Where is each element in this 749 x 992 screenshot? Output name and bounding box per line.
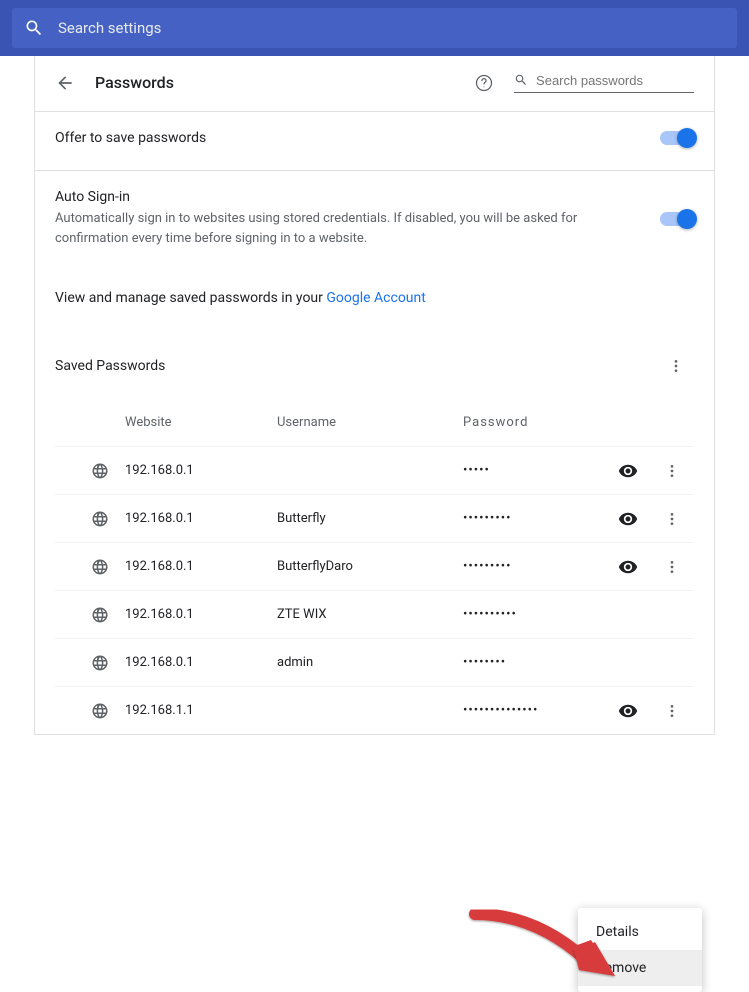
password-cell: •••••••••••••• <box>463 703 593 718</box>
table-row: 192.168.0.1 Butterfly••••••••• <box>55 494 694 542</box>
user-cell: Butterfly <box>277 511 463 526</box>
settings-search[interactable]: Search settings <box>12 8 737 48</box>
saved-passwords-title: Saved Passwords <box>55 358 658 374</box>
auto-signin-desc: Automatically sign in to websites using … <box>55 209 595 248</box>
back-arrow-icon[interactable] <box>55 73 75 93</box>
top-search-bar: Search settings <box>0 0 749 56</box>
help-icon[interactable] <box>474 73 494 93</box>
auto-signin-section: Auto Sign-in Automatically sign in to we… <box>35 170 714 272</box>
password-search[interactable] <box>514 72 694 93</box>
passwords-page: Passwords Offer to save passwords Auto S… <box>34 56 715 735</box>
user-cell: ZTE WIX <box>277 607 463 622</box>
user-cell: ButterflyDaro <box>277 559 463 574</box>
manage-link-row: View and manage saved passwords in your … <box>35 272 714 324</box>
row-context-menu: Details Remove <box>578 908 702 992</box>
password-cell: ••••• <box>463 463 593 478</box>
col-password: Password <box>463 415 593 430</box>
offer-save-toggle[interactable] <box>660 131 694 145</box>
passwords-table: Website Username Password 192.168.0.1 •••… <box>55 398 694 734</box>
password-cell: •••••••••• <box>463 607 593 622</box>
more-vert-icon <box>668 358 684 374</box>
menu-details[interactable]: Details <box>578 914 702 950</box>
menu-remove[interactable]: Remove <box>578 950 702 986</box>
show-password-button[interactable] <box>610 693 646 729</box>
password-search-input[interactable] <box>536 73 694 88</box>
row-more-button[interactable] <box>654 453 690 489</box>
table-row: 192.168.0.1 admin•••••••• <box>55 638 694 686</box>
saved-more-button[interactable] <box>658 348 694 384</box>
table-row: 192.168.0.1 ••••• <box>55 446 694 494</box>
site-cell[interactable]: 192.168.0.1 <box>125 511 194 526</box>
search-icon <box>514 72 528 88</box>
col-username: Username <box>277 415 463 430</box>
site-cell[interactable]: 192.168.0.1 <box>125 559 194 574</box>
password-cell: ••••••••• <box>463 511 593 526</box>
saved-passwords-section: Saved Passwords Website Username Passwor… <box>35 324 714 734</box>
table-header: Website Username Password <box>55 398 694 446</box>
page-header: Passwords <box>35 56 714 111</box>
table-row: 192.168.0.1 ButterflyDaro••••••••• <box>55 542 694 590</box>
row-more-button[interactable] <box>654 693 690 729</box>
search-icon <box>24 18 44 38</box>
show-password-button[interactable] <box>610 453 646 489</box>
col-website: Website <box>91 415 277 430</box>
offer-save-label: Offer to save passwords <box>55 130 660 146</box>
page-title: Passwords <box>95 73 174 92</box>
show-password-button[interactable] <box>610 501 646 537</box>
site-cell[interactable]: 192.168.0.1 <box>125 463 194 478</box>
table-row: 192.168.0.1 ZTE WIX•••••••••• <box>55 590 694 638</box>
password-cell: •••••••• <box>463 655 593 670</box>
site-cell[interactable]: 192.168.1.1 <box>125 703 194 718</box>
settings-search-placeholder: Search settings <box>58 19 161 37</box>
google-account-link[interactable]: Google Account <box>326 290 425 306</box>
user-cell: admin <box>277 655 463 670</box>
auto-signin-label: Auto Sign-in <box>55 189 660 205</box>
site-cell[interactable]: 192.168.0.1 <box>125 607 194 622</box>
site-cell[interactable]: 192.168.0.1 <box>125 655 194 670</box>
password-cell: ••••••••• <box>463 559 593 574</box>
auto-signin-toggle[interactable] <box>660 212 694 226</box>
show-password-button[interactable] <box>610 549 646 585</box>
row-more-button[interactable] <box>654 501 690 537</box>
manage-prefix: View and manage saved passwords in your <box>55 290 326 306</box>
table-row: 192.168.1.1 •••••••••••••• <box>55 686 694 734</box>
offer-save-section: Offer to save passwords <box>35 111 714 170</box>
row-more-button[interactable] <box>654 549 690 585</box>
